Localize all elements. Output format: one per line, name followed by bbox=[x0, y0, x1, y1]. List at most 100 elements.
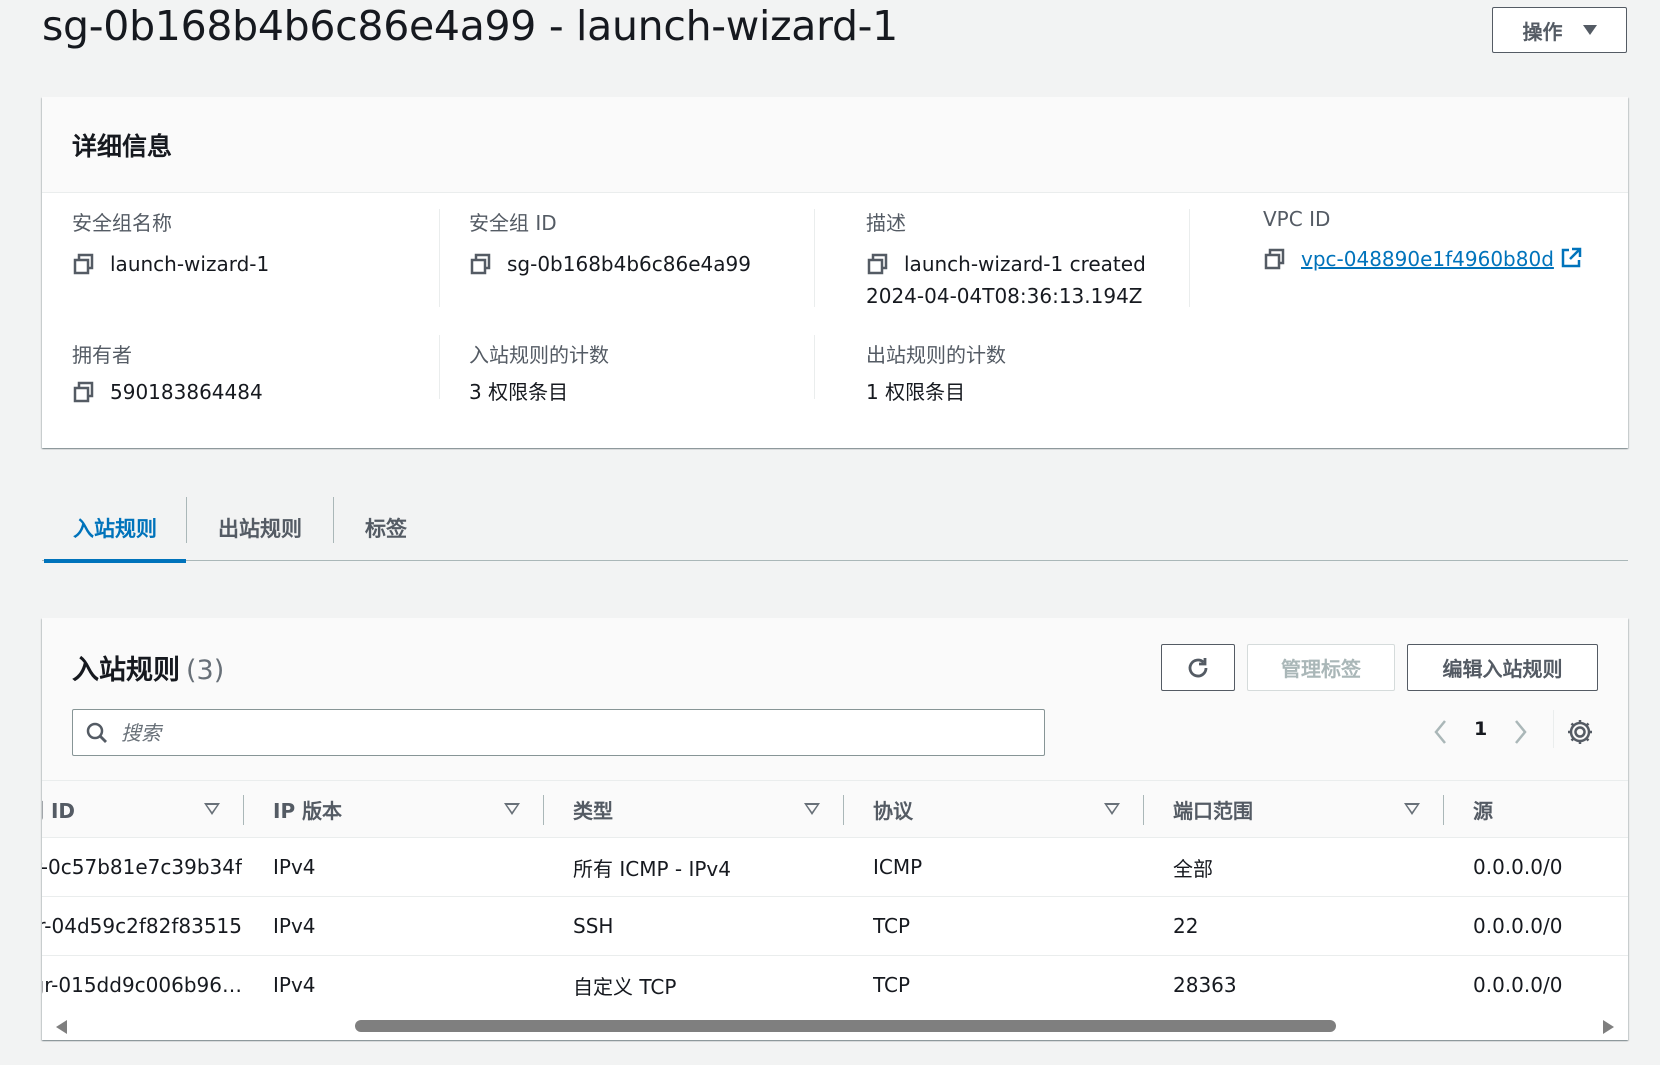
refresh-icon bbox=[1188, 657, 1208, 677]
chevron-right-icon[interactable] bbox=[1510, 718, 1530, 746]
vpc-id-label: VPC ID bbox=[1263, 207, 1331, 231]
copy-icon[interactable] bbox=[1263, 247, 1287, 271]
description-label: 描述 bbox=[866, 211, 906, 235]
column-resizer[interactable] bbox=[1443, 795, 1444, 825]
cell-port-range: 全部 bbox=[1173, 856, 1213, 881]
details-header: 详细信息 bbox=[42, 97, 1628, 193]
cell-ip-version: IPv4 bbox=[273, 855, 316, 879]
owner-value: 590183864484 bbox=[110, 380, 263, 404]
owner-label: 拥有者 bbox=[72, 343, 132, 367]
search-input[interactable] bbox=[121, 720, 1001, 745]
sg-name-label: 安全组名称 bbox=[72, 211, 172, 235]
description-value-line1: launch-wizard-1 created bbox=[904, 252, 1146, 276]
sg-id-field: 安全组 ID sg-0b168b4b6c86e4a99 bbox=[469, 207, 751, 280]
column-header-port-range[interactable]: 端口范围 bbox=[1173, 781, 1253, 837]
column-header-rule-id[interactable]: 规则 ID bbox=[42, 781, 75, 837]
cell-port-range: 28363 bbox=[1173, 973, 1237, 997]
rules-title-text: 入站规则 bbox=[72, 655, 180, 686]
cell-ip-version: IPv4 bbox=[273, 973, 316, 997]
tab-tags[interactable]: 标签 bbox=[334, 494, 438, 561]
vpc-id-field: VPC ID vpc-048890e1f4960b80d bbox=[1263, 207, 1582, 275]
cell-protocol: TCP bbox=[873, 973, 911, 997]
manage-tags-button[interactable]: 管理标签 bbox=[1247, 644, 1395, 691]
outbound-count-label: 出站规则的计数 bbox=[866, 343, 1006, 367]
cell-rule-id: sgr-015dd9c006b96… bbox=[42, 973, 242, 997]
copy-icon[interactable] bbox=[72, 380, 96, 404]
search-box bbox=[72, 709, 1045, 756]
cell-ip-version: IPv4 bbox=[273, 914, 316, 938]
copy-icon[interactable] bbox=[866, 252, 890, 276]
cell-port-range: 22 bbox=[1173, 914, 1199, 938]
sort-icon[interactable] bbox=[1104, 803, 1120, 815]
column-divider bbox=[439, 335, 440, 399]
chevron-left-icon[interactable] bbox=[1431, 718, 1451, 746]
scroll-right-arrow-icon[interactable] bbox=[1603, 1020, 1614, 1034]
sg-id-label: 安全组 ID bbox=[469, 211, 557, 235]
rules-count: (3) bbox=[186, 655, 225, 686]
details-heading: 详细信息 bbox=[72, 131, 173, 161]
sort-icon[interactable] bbox=[504, 803, 520, 815]
sort-icon[interactable] bbox=[204, 803, 220, 815]
cell-protocol: ICMP bbox=[873, 855, 923, 879]
tab-bar: 入站规则 出站规则 标签 bbox=[42, 494, 1628, 563]
cell-rule-id: sgr-0c57b81e7c39b34f bbox=[42, 855, 242, 879]
cell-type: SSH bbox=[573, 914, 614, 938]
cell-protocol: TCP bbox=[873, 914, 911, 938]
settings-gear-icon[interactable] bbox=[1565, 717, 1595, 747]
inbound-count-value: 3 权限条目 bbox=[469, 380, 569, 404]
sort-icon[interactable] bbox=[1404, 803, 1420, 815]
copy-icon[interactable] bbox=[469, 252, 493, 276]
refresh-button[interactable] bbox=[1161, 644, 1235, 691]
table-row[interactable]: sgr-015dd9c006b96… IPv4 自定义 TCP TCP 2836… bbox=[42, 956, 1628, 1015]
details-panel: 详细信息 安全组名称 launch-wizard-1 安全组 ID sg-0b1… bbox=[42, 97, 1628, 448]
horizontal-scrollbar[interactable] bbox=[42, 1012, 1628, 1038]
page-number[interactable]: 1 bbox=[1474, 718, 1487, 740]
description-value-line2: 2024-04-04T08:36:13.194Z bbox=[866, 284, 1143, 308]
scrollbar-thumb[interactable] bbox=[355, 1020, 1336, 1032]
tab-outbound-rules[interactable]: 出站规则 bbox=[187, 494, 333, 561]
table-row[interactable]: sgr-04d59c2f82f83515 IPv4 SSH TCP 22 0.0… bbox=[42, 897, 1628, 956]
column-header-protocol[interactable]: 协议 bbox=[873, 781, 913, 837]
caret-down-icon bbox=[1582, 25, 1597, 35]
column-divider bbox=[814, 335, 815, 399]
page-title: sg-0b168b4b6c86e4a99 - launch-wizard-1 bbox=[42, 2, 898, 50]
column-header-type[interactable]: 类型 bbox=[573, 781, 613, 837]
cell-type: 自定义 TCP bbox=[573, 974, 677, 999]
external-link-icon[interactable] bbox=[1560, 247, 1582, 269]
actions-dropdown-button[interactable]: 操作 bbox=[1492, 7, 1627, 53]
column-resizer[interactable] bbox=[543, 795, 544, 825]
scroll-left-arrow-icon[interactable] bbox=[56, 1020, 67, 1034]
vpc-id-link[interactable]: vpc-048890e1f4960b80d bbox=[1301, 247, 1554, 271]
copy-icon[interactable] bbox=[72, 252, 96, 276]
inbound-rules-panel: 入站规则(3) 管理标签 编辑入站规则 1 规则 ID IP 版本 类型 bbox=[42, 618, 1628, 1040]
column-divider bbox=[814, 209, 815, 307]
column-header-ip-version[interactable]: IP 版本 bbox=[273, 781, 342, 837]
cell-source: 0.0.0.0/0 bbox=[1473, 914, 1563, 938]
table-row[interactable]: sgr-0c57b81e7c39b34f IPv4 所有 ICMP - IPv4… bbox=[42, 838, 1628, 897]
sg-name-field: 安全组名称 launch-wizard-1 bbox=[72, 207, 269, 280]
sg-name-value: launch-wizard-1 bbox=[110, 252, 270, 276]
column-header-source[interactable]: 源 bbox=[1473, 781, 1493, 837]
column-divider bbox=[1189, 209, 1190, 307]
column-divider bbox=[439, 209, 440, 307]
rules-header: 入站规则(3) 管理标签 编辑入站规则 1 bbox=[42, 618, 1628, 780]
pager-divider bbox=[1553, 710, 1554, 748]
outbound-count-value: 1 权限条目 bbox=[866, 380, 966, 404]
inbound-count-field: 入站规则的计数 3 权限条目 bbox=[469, 339, 609, 408]
description-field: 描述 launch-wizard-1 created 2024-04-04T08… bbox=[866, 207, 1146, 312]
tab-inbound-rules[interactable]: 入站规则 bbox=[44, 494, 186, 563]
cell-source: 0.0.0.0/0 bbox=[1473, 855, 1563, 879]
rules-title: 入站规则 (3) bbox=[72, 648, 224, 687]
cell-type: 所有 ICMP - IPv4 bbox=[573, 856, 731, 881]
column-resizer[interactable] bbox=[1143, 795, 1144, 825]
column-resizer[interactable] bbox=[243, 795, 244, 825]
search-icon bbox=[86, 722, 107, 743]
edit-inbound-rules-button[interactable]: 编辑入站规则 bbox=[1407, 644, 1598, 691]
sg-id-value: sg-0b168b4b6c86e4a99 bbox=[507, 252, 751, 276]
actions-button-label: 操作 bbox=[1522, 21, 1563, 44]
owner-field: 拥有者 590183864484 bbox=[72, 339, 263, 408]
cell-source: 0.0.0.0/0 bbox=[1473, 973, 1563, 997]
sort-icon[interactable] bbox=[804, 803, 820, 815]
outbound-count-field: 出站规则的计数 1 权限条目 bbox=[866, 339, 1006, 408]
column-resizer[interactable] bbox=[843, 795, 844, 825]
